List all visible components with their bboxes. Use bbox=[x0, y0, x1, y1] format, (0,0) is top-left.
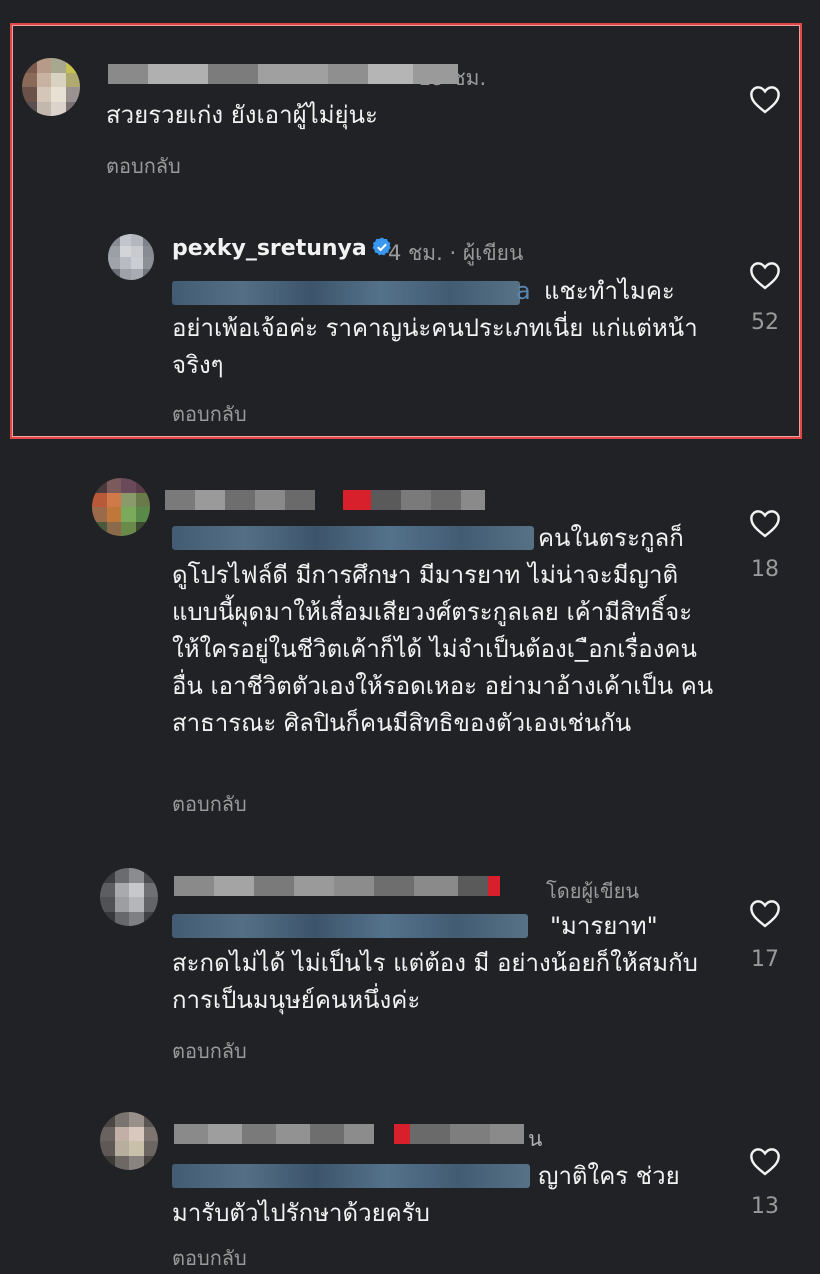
comment-text: สวยรวยเก่ง ยังเอาผู้ไม่ยุ่นะ bbox=[106, 101, 378, 129]
heart-outline-icon[interactable] bbox=[748, 84, 782, 114]
avatar[interactable] bbox=[22, 58, 80, 116]
reply-button[interactable]: ตอบกลับ bbox=[172, 788, 247, 820]
comment-text: ดูโปรไฟล์ดี มีการศึกษา มีมารยาท ไม่น่าจะ… bbox=[172, 561, 714, 737]
blurred-username[interactable] bbox=[174, 1124, 524, 1144]
avatar[interactable] bbox=[100, 868, 158, 926]
mention-link[interactable] bbox=[172, 281, 520, 305]
heart-outline-icon[interactable] bbox=[748, 260, 782, 290]
avatar[interactable] bbox=[108, 234, 154, 280]
comment-text: อย่าเพ้อเจ้อค่ะ ราคาญน่ะคนประเภทเนี่ย แก… bbox=[172, 314, 698, 379]
avatar[interactable] bbox=[100, 1112, 158, 1170]
comment-text-line1: คนในตระกูลก็ bbox=[538, 524, 684, 552]
heart-outline-icon[interactable] bbox=[748, 1146, 782, 1176]
liked-by-author-label: โดยผู้เขียน bbox=[546, 879, 640, 903]
comment-text-line1: แชะทำไมคะ bbox=[544, 277, 675, 305]
like-count: 17 bbox=[751, 947, 779, 972]
heart-outline-icon[interactable] bbox=[748, 508, 782, 538]
author-username[interactable]: pexky_sretunya bbox=[172, 236, 393, 261]
comment-text: สะกดไม่ได้ ไม่เป็นไร แต่ต้อง มี อย่างน้อ… bbox=[172, 949, 698, 1014]
comment-time-author: 4 ชม. · ผู้เขียน bbox=[388, 241, 524, 265]
mention-tail[interactable]: a bbox=[516, 273, 531, 310]
comment-text-line1: ญาติใคร ช่วย bbox=[538, 1162, 680, 1190]
comment-text-line1: "มารยาท" bbox=[550, 912, 658, 940]
username-text: pexky_sretunya bbox=[172, 236, 367, 261]
like-count: 52 bbox=[751, 310, 779, 335]
mention-link[interactable] bbox=[172, 1164, 530, 1188]
reply-button[interactable]: ตอบกลับ bbox=[172, 398, 247, 430]
reply-button[interactable]: ตอบกลับ bbox=[172, 1242, 247, 1274]
blurred-username[interactable] bbox=[165, 490, 485, 510]
name-tail: น bbox=[528, 1127, 543, 1151]
blurred-username[interactable] bbox=[174, 876, 500, 896]
mention-link[interactable] bbox=[172, 914, 528, 938]
like-count: 13 bbox=[751, 1194, 779, 1219]
avatar[interactable] bbox=[92, 478, 150, 536]
reply-button[interactable]: ตอบกลับ bbox=[106, 150, 181, 182]
like-count: 18 bbox=[751, 557, 779, 582]
mention-link[interactable] bbox=[172, 526, 534, 550]
heart-outline-icon[interactable] bbox=[748, 898, 782, 928]
reply-button[interactable]: ตอบกลับ bbox=[172, 1035, 247, 1067]
blurred-username[interactable] bbox=[108, 64, 458, 84]
comment-text: มารับตัวไปรักษาด้วยครับ bbox=[172, 1199, 430, 1227]
comment-time: 19 ชม. bbox=[418, 66, 487, 90]
